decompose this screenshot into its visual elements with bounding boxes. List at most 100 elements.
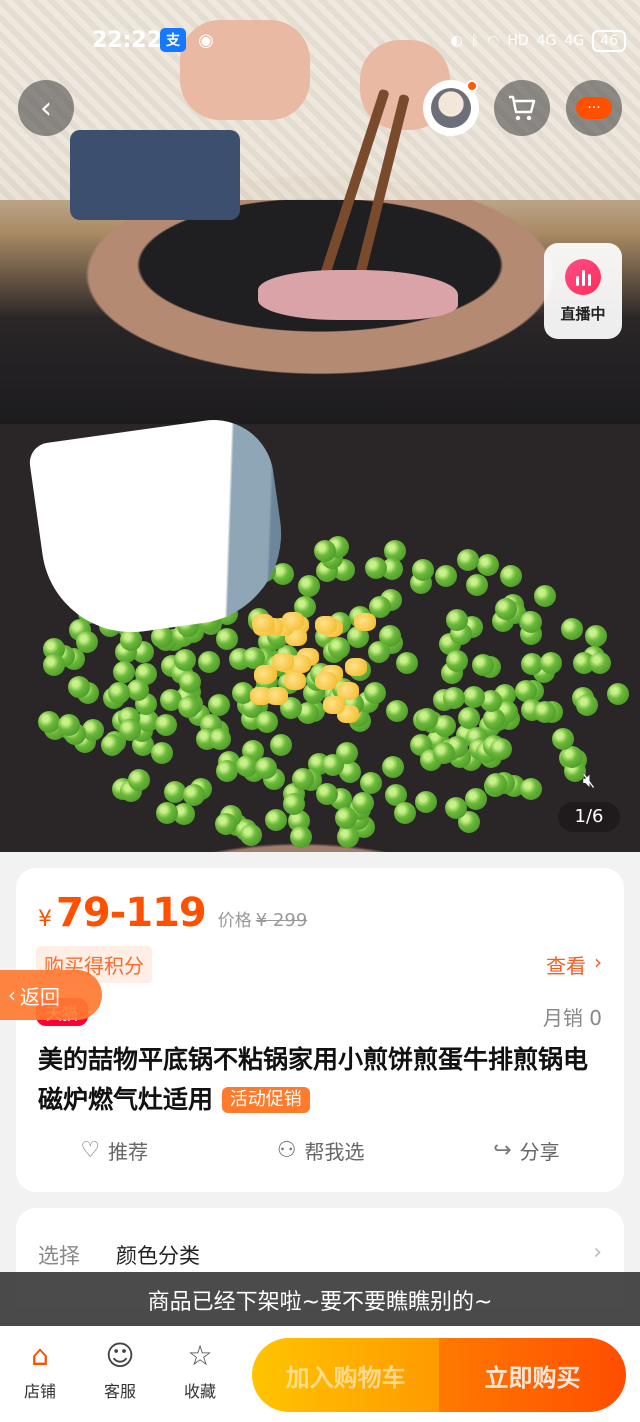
share-label: 分享 (519, 1140, 560, 1164)
pea (42, 654, 65, 677)
pea (182, 783, 205, 806)
return-float-button[interactable]: ‹ 返回 (0, 970, 102, 1020)
cart-button[interactable] (494, 80, 550, 136)
customer-service-button[interactable]: ☺ 客服 (90, 1340, 150, 1402)
pea (444, 797, 467, 820)
price-label: 价格 (217, 911, 252, 931)
chevron-right-icon: › (594, 950, 602, 974)
pea (291, 767, 314, 790)
corn-kernel (314, 616, 337, 635)
purchase-cta: 加入购物车 立即购买 (252, 1338, 626, 1412)
pea (445, 608, 468, 631)
corn-kernel (315, 672, 338, 691)
more-icon: ··· (576, 97, 612, 119)
avatar (431, 88, 471, 128)
corn-kernel (284, 672, 307, 691)
shop-button[interactable]: ⌂ 店铺 (10, 1340, 70, 1402)
view-points-link[interactable]: 查看 › (546, 950, 602, 979)
star-icon: ☆ (187, 1339, 213, 1372)
alipay-icon: 支 (160, 28, 186, 52)
pea (328, 636, 351, 659)
corn-kernel (282, 611, 305, 630)
people-icon: ⚇ (276, 1138, 297, 1163)
pea (396, 651, 419, 674)
delisted-toast: 商品已经下架啦~要不要瞧瞧别的~ (0, 1272, 640, 1328)
gallery-pager: 1/6 (558, 802, 620, 832)
status-right: ◐ ᛒ ◠ HD 4G 4G 46 (450, 30, 626, 52)
background-jeans (70, 130, 240, 220)
recommend-button[interactable]: ♡ 推荐 (80, 1136, 148, 1165)
price-row: ¥ 79-119 价格 ¥ 299 (38, 890, 307, 936)
signal-icon-1: 4G (536, 33, 557, 49)
pea (465, 574, 488, 597)
view-label: 查看 (546, 954, 586, 978)
pea (82, 718, 105, 741)
price-value: 79-119 (56, 890, 207, 936)
back-button[interactable]: ‹ (18, 80, 74, 136)
pea (297, 575, 320, 598)
favorite-label: 收藏 (183, 1382, 216, 1401)
status-bar: 22:22 支 ◉ ◐ ᛒ ◠ HD 4G 4G 46 (0, 20, 640, 64)
product-media[interactable] (0, 0, 640, 852)
chevron-left-icon: ‹ (8, 983, 16, 1007)
product-info-card: ¥ 79-119 价格 ¥ 299 购买得积分 查看 › 天猫 月销 0 美的喆… (16, 868, 624, 1192)
help-choose-button[interactable]: ⚇ 帮我选 (277, 1136, 365, 1165)
food-ham (258, 270, 458, 320)
live-stream-card[interactable]: 直播中 (544, 243, 622, 339)
hd-icon: HD (507, 33, 529, 49)
buy-now-button[interactable]: 立即购买 (439, 1338, 626, 1412)
pea (539, 652, 562, 675)
pea (254, 757, 277, 780)
pea (520, 777, 543, 800)
product-title: 美的喆物平底锅不粘锅家用小煎饼煎蛋牛排煎锅电磁炉燃气灶适用 活动促销 (38, 1040, 598, 1120)
product-title-text: 美的喆物平底锅不粘锅家用小煎饼煎蛋牛排煎锅电磁炉燃气灶适用 (38, 1045, 589, 1114)
dnd-icon: ◐ (450, 33, 463, 49)
corn-kernel (266, 686, 289, 705)
corn-kernel (253, 666, 276, 685)
sku-value: 颜色分类 (116, 1244, 200, 1268)
add-to-cart-button[interactable]: 加入购物车 (252, 1338, 439, 1412)
wifi-icon: ◠ (487, 33, 500, 49)
pea (290, 825, 313, 848)
cart-icon (509, 95, 536, 121)
live-bars-icon (565, 258, 601, 295)
pea (313, 540, 336, 563)
live-label: 直播中 (560, 304, 606, 323)
mute-button[interactable]: 🔇︎ (562, 762, 616, 798)
corn-kernel (252, 613, 275, 632)
pea (499, 565, 522, 588)
pea (37, 710, 60, 733)
smile-icon: ☺ (105, 1339, 135, 1372)
corn-kernel (323, 695, 346, 714)
heart-icon: ♡ (80, 1138, 101, 1163)
notification-dot (466, 80, 478, 92)
pea (359, 771, 382, 794)
speaker-muted-icon: 🔇︎ (582, 768, 596, 792)
pea (551, 727, 574, 750)
pea (351, 791, 374, 814)
pea (118, 718, 141, 741)
pea (456, 548, 479, 571)
battery-icon: 46 (592, 30, 626, 52)
share-button[interactable]: ↪ 分享 (493, 1136, 559, 1165)
pea (315, 783, 338, 806)
pea (534, 700, 557, 723)
pea (215, 760, 238, 783)
corn-kernel (272, 653, 295, 672)
pea (415, 707, 438, 730)
corn-kernel (345, 658, 368, 677)
pea (126, 678, 149, 701)
pea (208, 693, 231, 716)
pea (414, 791, 437, 814)
recommend-label: 推荐 (108, 1140, 149, 1164)
status-time: 22:22 (92, 28, 163, 53)
favorite-button[interactable]: ☆ 收藏 (170, 1340, 230, 1402)
price-currency: ¥ (38, 907, 52, 932)
pea (240, 824, 263, 847)
product-actions: ♡ 推荐 ⚇ 帮我选 ↪ 分享 (16, 1136, 624, 1165)
share-icon: ↪ (493, 1138, 512, 1163)
pea (364, 682, 387, 705)
corn-kernel (354, 612, 377, 631)
pea (588, 651, 611, 674)
more-button[interactable]: ··· (566, 80, 622, 136)
